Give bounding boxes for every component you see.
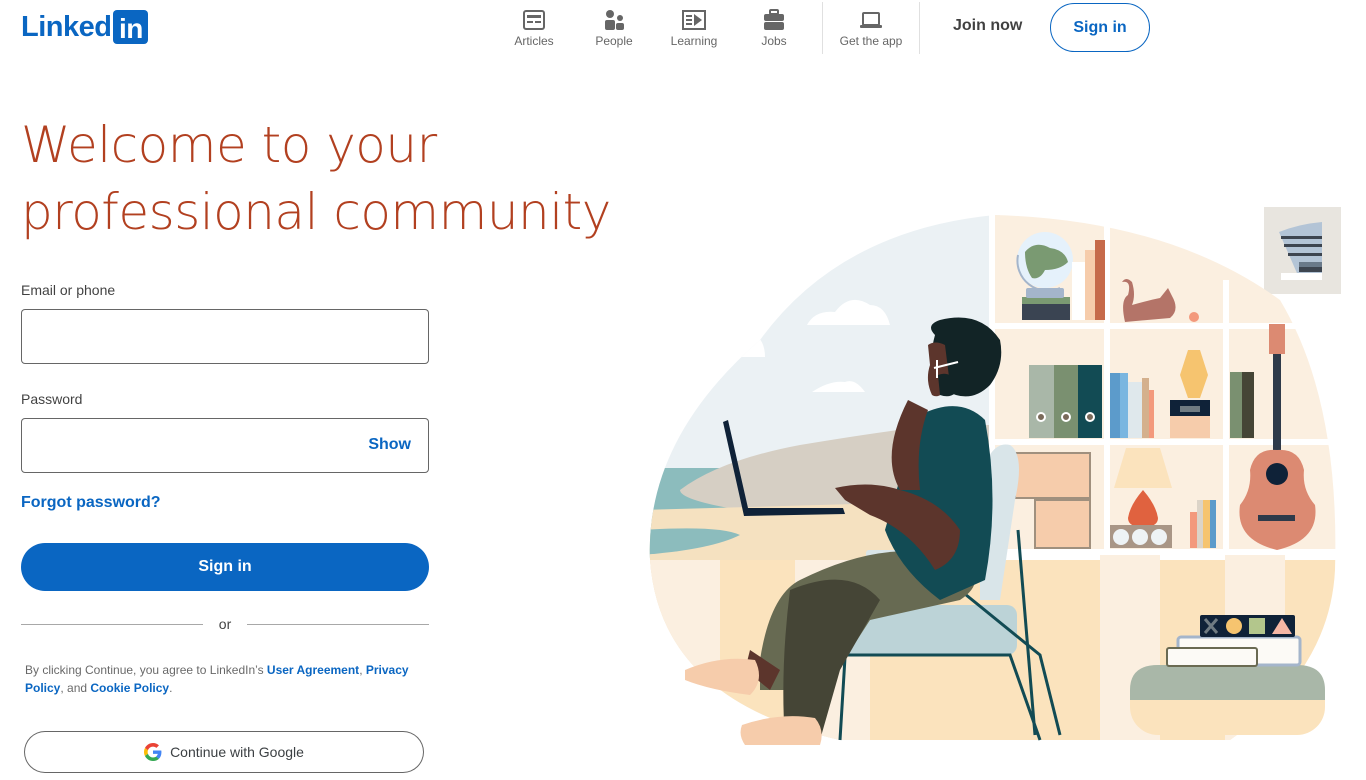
divider-line: [21, 623, 203, 625]
legal-period: .: [169, 681, 173, 695]
top-nav: Articles People Learning Jobs Get the ap…: [494, 0, 928, 56]
page-title: Welcome to your professional community: [21, 112, 621, 246]
headline-line-1: Welcome to your: [21, 116, 437, 174]
laptop-icon: [859, 8, 883, 32]
nav-articles[interactable]: Articles: [494, 0, 574, 56]
sign-in-form: Email or phone Password Show Forgot pass…: [21, 280, 429, 512]
header-sign-in-button[interactable]: Sign in: [1050, 3, 1150, 52]
nav-get-the-app[interactable]: Get the app: [831, 0, 911, 56]
forgot-password-link[interactable]: Forgot password?: [21, 494, 161, 512]
google-button-label: Continue with Google: [170, 744, 304, 760]
logo-text: Linked: [21, 10, 112, 43]
continue-with-google-button[interactable]: Continue with Google: [24, 731, 424, 773]
legal-prefix: By clicking Continue, you agree to Linke…: [25, 663, 267, 677]
password-input[interactable]: [34, 419, 364, 472]
nav-label: Learning: [670, 34, 718, 48]
legal-text: By clicking Continue, you agree to Linke…: [25, 661, 420, 697]
nav-people[interactable]: People: [574, 0, 654, 56]
nav-divider: [822, 2, 823, 54]
learning-icon: [682, 8, 706, 32]
divider-line: [247, 623, 430, 625]
nav-divider: [919, 2, 920, 54]
email-field-group: Email or phone: [21, 280, 429, 364]
nav-label: People: [595, 34, 633, 48]
show-password-button[interactable]: Show: [368, 436, 411, 454]
logo-in-box: in: [113, 10, 149, 44]
legal-and: , and: [60, 681, 91, 695]
header: Linked in Articles People Learning Jobs …: [0, 0, 1366, 56]
or-divider: or: [21, 616, 430, 632]
nav-label: Get the app: [839, 34, 903, 48]
user-agreement-link[interactable]: User Agreement: [267, 663, 359, 677]
cookie-policy-link[interactable]: Cookie Policy: [90, 681, 169, 695]
email-input-box: [21, 309, 429, 364]
people-icon: [602, 8, 626, 32]
globe: [1016, 232, 1073, 320]
password-input-box: Show: [21, 418, 429, 473]
nav-jobs[interactable]: Jobs: [734, 0, 814, 56]
hero-illustration: [649, 200, 1340, 745]
nav-label: Articles: [514, 34, 554, 48]
sign-in-button[interactable]: Sign in: [21, 543, 429, 591]
password-label: Password: [21, 391, 83, 407]
linkedin-logo[interactable]: Linked in: [21, 10, 149, 44]
jobs-icon: [762, 8, 786, 32]
legal-comma: ,: [359, 663, 366, 677]
or-label: or: [218, 616, 232, 632]
password-field-group: Password Show: [21, 389, 429, 473]
email-label: Email or phone: [21, 282, 116, 298]
nav-learning[interactable]: Learning: [654, 0, 734, 56]
articles-icon: [522, 8, 546, 32]
headline-line-2: professional community: [21, 183, 611, 241]
google-icon: [144, 743, 162, 761]
email-input[interactable]: [34, 310, 416, 363]
nav-label: Jobs: [761, 34, 787, 48]
join-now-link[interactable]: Join now: [938, 6, 1037, 46]
